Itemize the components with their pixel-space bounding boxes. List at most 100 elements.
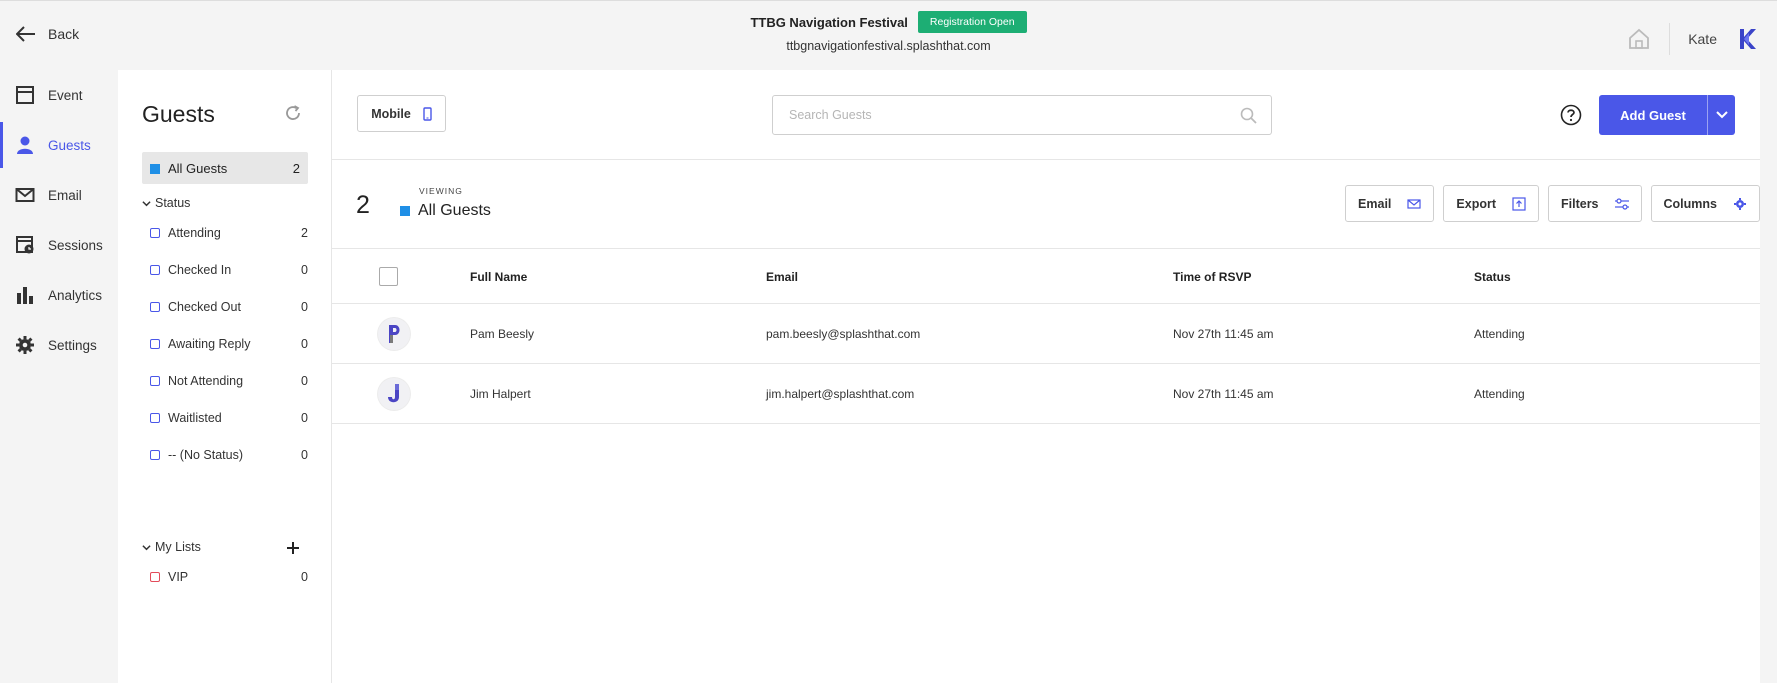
analytics-icon xyxy=(17,287,33,304)
sliders-icon xyxy=(1614,197,1629,210)
toolbar: Mobile Add Guest xyxy=(332,70,1760,160)
avatar-cell xyxy=(378,364,410,423)
guest-status: Attending xyxy=(1474,386,1525,401)
filter-count: 0 xyxy=(301,337,308,351)
home-icon[interactable] xyxy=(1627,28,1651,50)
color-square xyxy=(400,206,410,216)
action-buttons: Email Export Filters Columns xyxy=(1345,185,1760,222)
sessions-icon xyxy=(16,236,34,254)
table-row[interactable]: Pam Beesly pam.beesly@splashthat.com Nov… xyxy=(332,304,1760,364)
chevron-down-icon xyxy=(142,544,151,550)
checkbox[interactable] xyxy=(150,413,160,423)
checkbox[interactable] xyxy=(150,302,160,312)
filter-status-checked-out[interactable]: Checked Out 0 xyxy=(150,297,308,317)
filter-count: 0 xyxy=(301,448,308,462)
filter-status-awaiting-reply[interactable]: Awaiting Reply 0 xyxy=(150,334,308,354)
settings-icon xyxy=(16,336,34,354)
checkbox[interactable] xyxy=(150,376,160,386)
add-guest-dropdown[interactable] xyxy=(1708,95,1735,135)
filter-label: Checked In xyxy=(168,263,232,277)
filter-all-guests[interactable]: All Guests 2 xyxy=(142,152,308,184)
filters-button[interactable]: Filters xyxy=(1548,185,1642,222)
column-header-email[interactable]: Email xyxy=(766,250,798,303)
nav-item-sessions[interactable]: Sessions xyxy=(0,220,118,270)
filter-status-no-status[interactable]: -- (No Status) 0 xyxy=(150,445,308,465)
filter-status-attending[interactable]: Attending 2 xyxy=(150,223,308,243)
table-row[interactable]: Jim Halpert jim.halpert@splashthat.com N… xyxy=(332,364,1760,424)
top-bar: Back TTBG Navigation Festival Registrati… xyxy=(0,0,1777,70)
brand-logo-icon xyxy=(1735,27,1759,51)
main-content: Mobile Add Guest 2 VIEWING All Guests xyxy=(332,70,1760,683)
search-icon[interactable] xyxy=(1240,107,1257,124)
gear-icon xyxy=(1734,197,1746,210)
list-count: 0 xyxy=(301,570,308,584)
filter-status-not-attending[interactable]: Not Attending 0 xyxy=(150,371,308,391)
search-input[interactable] xyxy=(773,96,1271,134)
filter-label: Attending xyxy=(168,226,221,240)
filter-count: 2 xyxy=(301,226,308,240)
select-all-cell xyxy=(379,250,398,303)
chevron-down-icon xyxy=(142,200,151,206)
event-icon xyxy=(16,86,34,104)
nav-item-analytics[interactable]: Analytics xyxy=(0,270,118,320)
export-button-label: Export xyxy=(1456,196,1496,211)
nav-item-label: Settings xyxy=(48,337,97,353)
event-title: TTBG Navigation Festival xyxy=(750,14,908,30)
nav-item-email[interactable]: Email xyxy=(0,170,118,220)
nav-item-guests[interactable]: Guests xyxy=(0,120,118,170)
select-all-checkbox[interactable] xyxy=(379,267,398,286)
nav-item-label: Guests xyxy=(48,137,91,153)
color-square xyxy=(150,163,160,174)
export-button[interactable]: Export xyxy=(1443,185,1539,222)
status-section-toggle[interactable]: Status xyxy=(142,196,190,210)
email-button[interactable]: Email xyxy=(1345,185,1435,222)
panel-title: Guests xyxy=(142,101,215,127)
filter-status-checked-in[interactable]: Checked In 0 xyxy=(150,260,308,280)
refresh-icon[interactable] xyxy=(284,104,302,122)
columns-button[interactable]: Columns xyxy=(1650,185,1760,222)
viewing-name: All Guests xyxy=(400,202,491,220)
checkbox[interactable] xyxy=(150,450,160,460)
guest-status: Attending xyxy=(1474,326,1525,341)
list-item-vip[interactable]: VIP 0 xyxy=(150,567,308,587)
filter-label: Waitlisted xyxy=(168,411,222,425)
filter-status-waitlisted[interactable]: Waitlisted 0 xyxy=(150,408,308,428)
guests-icon xyxy=(17,136,33,154)
checkbox[interactable] xyxy=(150,228,160,238)
add-guest-button[interactable]: Add Guest xyxy=(1599,95,1708,135)
viewing-label: VIEWING xyxy=(419,186,463,196)
viewing-name-text: All Guests xyxy=(418,202,491,219)
nav-item-event[interactable]: Event xyxy=(0,70,118,120)
nav-item-label: Event xyxy=(48,87,83,103)
nav-item-label: Email xyxy=(48,187,82,203)
help-icon[interactable] xyxy=(1560,104,1582,126)
left-nav: Event Guests Email Sessions Analytics Se… xyxy=(0,70,118,370)
list-label: VIP xyxy=(168,570,189,584)
column-header-status[interactable]: Status xyxy=(1474,250,1511,303)
add-list-icon[interactable] xyxy=(286,541,300,555)
user-name[interactable]: Kate xyxy=(1688,31,1717,47)
checkbox[interactable] xyxy=(150,339,160,349)
guest-name[interactable]: Pam Beesly xyxy=(470,304,534,363)
mobile-label: Mobile xyxy=(371,106,411,121)
section-heading: Status xyxy=(155,196,191,210)
email-icon xyxy=(15,188,35,202)
column-header-time-of-rsvp[interactable]: Time of RSVP xyxy=(1173,250,1251,303)
column-header-full-name[interactable]: Full Name xyxy=(470,250,527,303)
nav-item-label: Analytics xyxy=(48,287,103,303)
event-url[interactable]: ttbgnavigationfestival.splashthat.com xyxy=(0,39,1777,53)
chevron-down-icon xyxy=(1715,111,1728,119)
filter-count: 0 xyxy=(301,300,308,314)
guest-name[interactable]: Jim Halpert xyxy=(470,364,531,423)
avatar xyxy=(378,317,410,350)
guest-email: pam.beesly@splashthat.com xyxy=(766,326,921,341)
guest-rsvp-time: Nov 27th 11:45 am xyxy=(1173,326,1274,341)
columns-button-label: Columns xyxy=(1663,196,1717,211)
mobile-button[interactable]: Mobile xyxy=(357,95,446,132)
nav-item-label: Sessions xyxy=(48,237,103,253)
checkbox[interactable] xyxy=(150,572,160,582)
filter-count: 0 xyxy=(301,374,308,388)
checkbox[interactable] xyxy=(150,265,160,275)
nav-item-settings[interactable]: Settings xyxy=(0,320,118,370)
my-lists-section-toggle[interactable]: My Lists xyxy=(142,540,201,554)
